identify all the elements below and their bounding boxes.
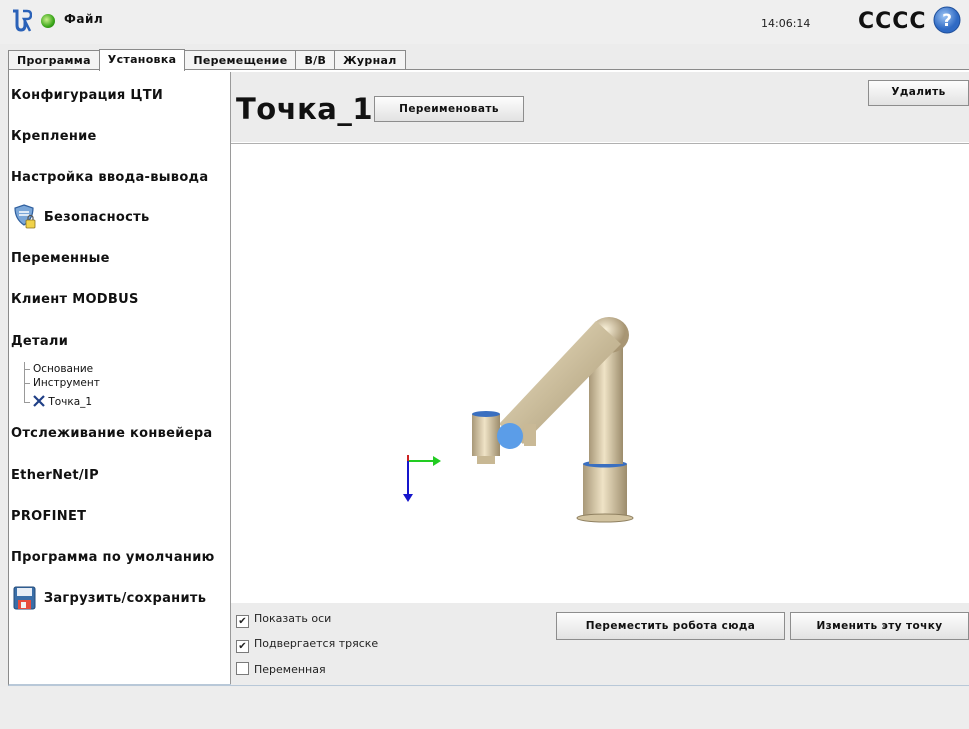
main-tabs: Программа Установка Перемещение В/В Журн… (8, 49, 406, 71)
page-title: Точка_1 (236, 92, 374, 126)
show-axes-checkbox[interactable]: ✔ Показать оси (236, 612, 331, 628)
tree-line (24, 362, 25, 402)
checkbox-label: Подвергается тряске (254, 637, 379, 650)
checkbox-checked-icon: ✔ (236, 615, 249, 628)
top-bar: Файл 14:06:14 CCCC ? (0, 0, 969, 44)
change-point-button[interactable]: Изменить эту точку (790, 612, 969, 640)
sidebar-item-tcp-config[interactable]: Конфигурация ЦТИ (11, 88, 163, 103)
robot-status-icon[interactable] (41, 14, 55, 28)
tree-branch (24, 402, 30, 403)
checkbox-checked-icon: ✔ (236, 640, 249, 653)
robot-base (583, 464, 627, 518)
tab-io[interactable]: В/В (295, 50, 336, 70)
clock: 14:06:14 (761, 17, 811, 30)
tree-item-label: Точка_1 (48, 396, 93, 408)
sidebar-item-io-setup[interactable]: Настройка ввода-вывода (11, 170, 208, 185)
sidebar-item-load-save[interactable]: Загрузить/сохранить (13, 585, 206, 611)
robot-wrist (472, 414, 500, 456)
sidebar-item-ethernet-ip[interactable]: EtherNet/IP (11, 468, 99, 483)
help-icon[interactable]: ? (933, 6, 961, 34)
sidebar-item-safety[interactable]: Безопасность (13, 203, 149, 231)
safety-shield-icon (14, 204, 36, 229)
tree-branch (24, 369, 30, 370)
checkbox-label: Показать оси (254, 612, 332, 625)
tree-branch (24, 383, 30, 384)
checkbox-label: Переменная (254, 663, 326, 676)
svg-text:?: ? (942, 11, 952, 31)
sidebar-item-variables[interactable]: Переменные (11, 251, 110, 266)
sidebar-item-label: Безопасность (43, 209, 150, 225)
rename-button[interactable]: Переименовать (374, 96, 524, 122)
floppy-disk-icon (13, 586, 36, 610)
robot-arm-render (403, 317, 634, 523)
sidebar-item-features[interactable]: Детали (11, 334, 68, 349)
delete-button[interactable]: Удалить (868, 80, 969, 106)
robot-3d-viewport[interactable] (231, 143, 969, 604)
tree-item-point-1[interactable]: Точка_1 (33, 395, 92, 408)
variable-checkbox[interactable]: Переменная (236, 662, 326, 676)
ur-logo-icon (13, 9, 32, 32)
move-robot-here-button[interactable]: Переместить робота сюда (556, 612, 785, 640)
tab-move[interactable]: Перемещение (184, 50, 297, 70)
sidebar-item-profinet[interactable]: PROFINET (11, 509, 86, 524)
tab-installation[interactable]: Установка (98, 49, 186, 71)
tree-item-base[interactable]: Основание (33, 363, 93, 375)
sidebar-item-mounting[interactable]: Крепление (11, 129, 97, 144)
tab-program[interactable]: Программа (8, 50, 100, 70)
tree-item-tool[interactable]: Инструмент (33, 377, 100, 389)
point-feature-icon (33, 395, 45, 407)
shake-checkbox[interactable]: ✔ Подвергается тряске (236, 637, 378, 653)
tcp-marker (497, 423, 523, 449)
sidebar: Конфигурация ЦТИ Крепление Настройка вво… (9, 72, 231, 684)
file-menu[interactable]: Файл (64, 12, 103, 26)
sidebar-item-conveyor[interactable]: Отслеживание конвейера (11, 426, 213, 441)
sidebar-item-default-program[interactable]: Программа по умолчанию (11, 550, 215, 565)
sidebar-item-label: Загрузить/сохранить (43, 590, 207, 606)
robot-name: CCCC (858, 9, 927, 34)
checkbox-unchecked-icon (236, 662, 249, 675)
sidebar-item-modbus[interactable]: Клиент MODBUS (11, 292, 139, 307)
tab-log[interactable]: Журнал (334, 50, 406, 70)
footer-bar (0, 687, 969, 729)
